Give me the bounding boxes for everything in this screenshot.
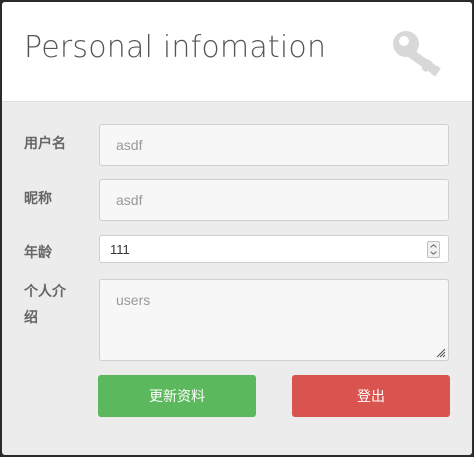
profile-panel: Personal infomation 用户名 asdf 昵称 asdf 年龄 …: [2, 2, 472, 455]
age-input[interactable]: 111: [99, 235, 449, 263]
number-spinner-icon[interactable]: [427, 241, 440, 258]
logout-button[interactable]: 登出: [292, 375, 450, 417]
resize-handle-icon[interactable]: [436, 348, 446, 358]
update-profile-button[interactable]: 更新资料: [98, 375, 256, 417]
nickname-label: 昵称: [24, 191, 52, 207]
username-label: 用户名: [24, 136, 66, 152]
bio-label-line1: 个人介: [24, 284, 66, 300]
bio-label-line2: 绍: [24, 310, 38, 326]
age-value: 111: [110, 241, 130, 257]
panel-header: Personal infomation: [2, 2, 472, 102]
page-title: Personal infomation: [24, 30, 327, 65]
key-icon: [393, 31, 441, 77]
bio-placeholder: users: [116, 292, 151, 308]
username-field[interactable]: asdf: [99, 124, 449, 166]
nickname-field[interactable]: asdf: [99, 179, 449, 221]
bio-textarea[interactable]: users: [99, 279, 449, 361]
age-label: 年龄: [24, 245, 52, 261]
